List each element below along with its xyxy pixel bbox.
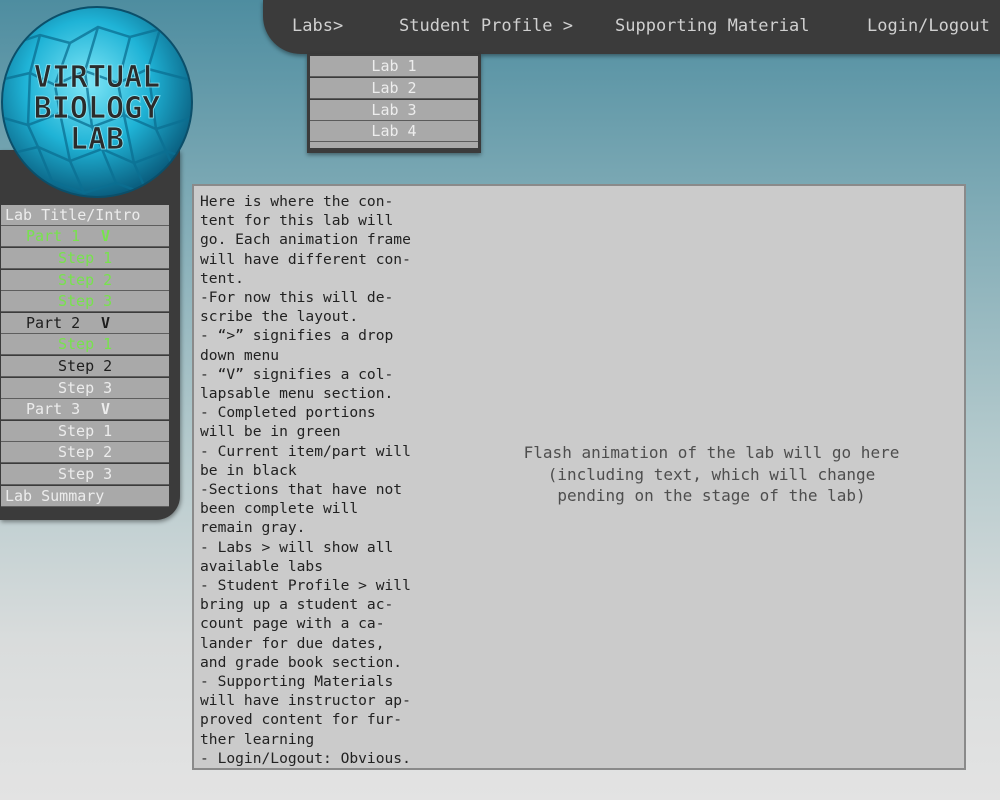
sidebar-item-part-3-step-2[interactable]: Step 2 — [1, 442, 169, 463]
dropdown-item-lab-4[interactable]: Lab 4 — [310, 121, 478, 142]
description-line: scribe the layout. — [200, 308, 359, 326]
nav-student-profile[interactable]: Student Profile > — [399, 16, 573, 36]
sidebar-item-label: Lab Title/Intro — [5, 206, 141, 224]
dropdown-item-lab-1[interactable]: Lab 1 — [310, 56, 478, 77]
description-line: - Labs > will show all — [200, 538, 394, 556]
description-line: - Student Profile > will — [200, 577, 411, 595]
description-line: -Sections that have not — [200, 481, 403, 499]
sidebar-item-label: Step 1 — [58, 335, 113, 353]
logo-text-virtual: VIRTUAL — [34, 60, 160, 95]
sidebar-item-label: Step 3 — [58, 465, 113, 483]
lab-content-panel: Here is where the con- tent for this lab… — [192, 184, 966, 770]
description-line: tent. — [200, 269, 244, 287]
flash-placeholder-line: pending on the stage of the lab) — [557, 486, 866, 505]
description-line: and grade book section. — [200, 653, 403, 671]
sidebar-item-label: Step 3 — [58, 292, 113, 310]
description-line: - Supporting Materials — [200, 673, 394, 691]
sidebar-item-part-2-step-3[interactable]: Step 3 — [1, 378, 169, 399]
description-line: Here is where the con- — [200, 193, 394, 210]
description-line: -For now this will de- — [200, 289, 394, 307]
flash-animation-placeholder: Flash animation of the lab will go here … — [494, 442, 929, 507]
description-line: been complete will — [200, 500, 359, 518]
description-line: lapsable menu section. — [200, 385, 394, 403]
logo-text-lab: LAB — [70, 122, 124, 157]
sidebar-item-part-2-step-1[interactable]: Step 1 — [1, 334, 169, 355]
nav-login-logout[interactable]: Login/Logout — [867, 16, 990, 36]
sidebar-item-label: Lab Summary — [5, 487, 105, 505]
description-line: bring up a student ac- — [200, 596, 394, 614]
description-line: - “V” signifies a col- — [200, 365, 394, 383]
sidebar-item-lab-summary[interactable]: Lab Summary — [1, 486, 169, 507]
dropdown-item-lab-2[interactable]: Lab 2 — [310, 78, 478, 99]
sidebar-item-label: Step 2 — [58, 357, 113, 375]
layout-description-text: Here is where the con- tent for this lab… — [200, 192, 440, 768]
logo-text-biology: BIOLOGY — [34, 91, 160, 126]
description-line: lander for due dates, — [200, 634, 385, 652]
sidebar-item-part-1[interactable]: Part 1 V — [1, 226, 169, 247]
description-line: will be in green — [200, 423, 341, 441]
description-line: go. Each animation frame — [200, 231, 411, 249]
description-line: ther learning — [200, 730, 315, 748]
description-line: - Completed portions — [200, 404, 376, 422]
description-line: tent for this lab will — [200, 212, 394, 230]
sidebar-item-label: Step 3 — [58, 379, 113, 397]
sidebar-item-part-3[interactable]: Part 3 V — [1, 399, 169, 420]
sidebar-item-label: Step 2 — [58, 271, 113, 289]
description-line: - Login/Logout: Obvious. — [200, 749, 411, 767]
dropdown-footer — [310, 142, 478, 148]
sidebar-item-label: Step 2 — [58, 443, 113, 461]
description-line: remain gray. — [200, 519, 306, 537]
dropdown-item-lab-3[interactable]: Lab 3 — [310, 100, 478, 121]
sidebar-item-lab-title-intro[interactable]: Lab Title/Intro — [1, 205, 169, 226]
sidebar-item-part-3-step-1[interactable]: Step 1 — [1, 421, 169, 442]
chevron-down-icon: V — [101, 314, 111, 332]
sidebar-item-part-1-step-2[interactable]: Step 2 — [1, 270, 169, 291]
sidebar-item-label: Part 3 — [26, 400, 81, 418]
description-line: be in black — [200, 461, 297, 479]
description-line: available labs — [200, 557, 324, 575]
chevron-down-icon: V — [101, 227, 111, 245]
description-line: proved content for fur- — [200, 711, 403, 729]
description-line: down menu — [200, 346, 280, 364]
description-line: will have different con- — [200, 250, 411, 268]
sidebar-item-part-2[interactable]: Part 2 V — [1, 313, 169, 334]
virtual-biology-lab-logo: VIRTUAL BIOLOGY LAB — [1, 6, 193, 198]
sidebar-item-part-1-step-3[interactable]: Step 3 — [1, 291, 169, 312]
description-line: count page with a ca- — [200, 615, 385, 633]
sidebar-item-part-2-step-2[interactable]: Step 2 — [1, 356, 169, 377]
sidebar-item-label: Part 2 — [26, 314, 81, 332]
labs-dropdown-menu: Lab 1 Lab 2 Lab 3 Lab 4 — [307, 54, 481, 153]
sidebar-item-label: Step 1 — [58, 422, 113, 440]
description-line: - “>” signifies a drop — [200, 327, 394, 345]
flash-placeholder-line: (including text, which will change — [547, 464, 876, 484]
description-line: will have instructor ap- — [200, 692, 411, 710]
flash-placeholder-line: Flash animation of the lab will go here — [523, 443, 900, 462]
chevron-down-icon: V — [101, 400, 111, 418]
nav-labs[interactable]: Labs> — [292, 16, 343, 36]
sidebar-item-part-1-step-1[interactable]: Step 1 — [1, 248, 169, 269]
description-line: - Current item/part will — [200, 442, 411, 460]
sidebar-item-part-3-step-3[interactable]: Step 3 — [1, 464, 169, 485]
sidebar-item-label: Step 1 — [58, 249, 113, 267]
sidebar-item-label: Part 1 — [26, 227, 81, 245]
nav-supporting-material[interactable]: Supporting Material — [615, 16, 809, 36]
